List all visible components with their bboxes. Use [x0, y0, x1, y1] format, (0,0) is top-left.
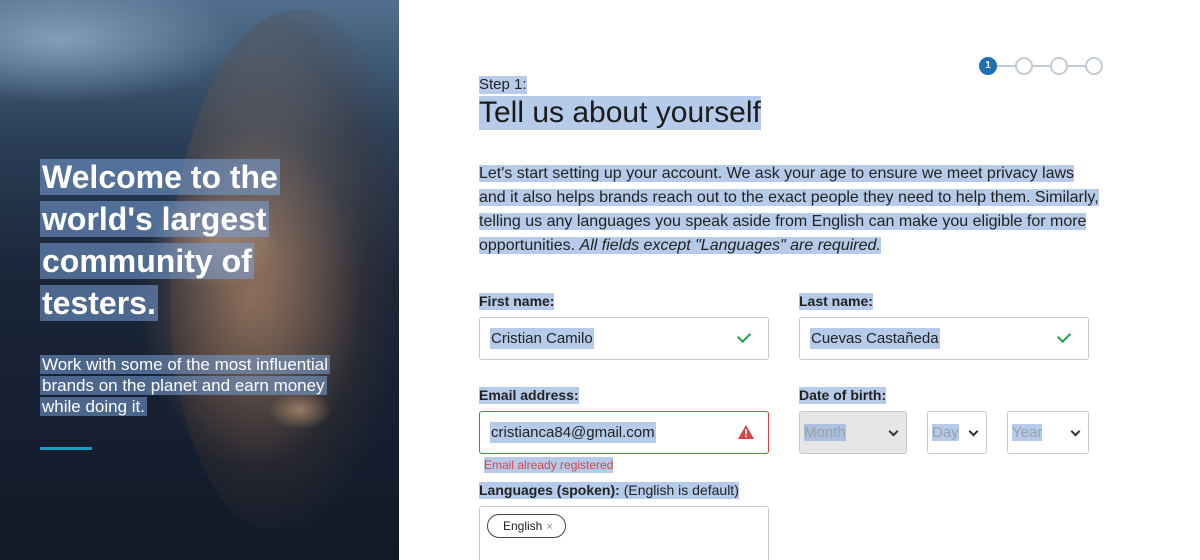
email-field[interactable]: cristianca84@gmail.com: [479, 411, 769, 454]
warning-icon: [738, 425, 754, 439]
language-chip-english[interactable]: English ×: [487, 514, 566, 538]
first-name-label: First name:: [479, 293, 555, 310]
chevron-down-icon: [888, 426, 899, 437]
hero-title: Welcome to the world's largest community…: [40, 156, 340, 324]
hero-title-line: Welcome to the: [40, 159, 280, 195]
dob-month-select[interactable]: Month: [799, 411, 907, 454]
email-label: Email address:: [479, 387, 579, 404]
step-3-dot: [1050, 57, 1068, 75]
first-name-field[interactable]: Cristian Camilo: [479, 317, 769, 360]
year-placeholder: Year: [1012, 424, 1043, 441]
hero-title-line: testers.: [40, 285, 158, 321]
check-icon: [1056, 328, 1072, 344]
hero-title-line: world's largest: [40, 201, 269, 237]
hero-accent-line: [40, 447, 92, 450]
languages-label-text: Languages (spoken):: [479, 482, 620, 498]
step-2-dot: [1015, 57, 1033, 75]
intro-note: All fields except "Languages" are requir…: [579, 237, 881, 254]
day-placeholder: Day: [932, 424, 959, 441]
dob-year-select[interactable]: Year: [1007, 411, 1089, 454]
first-name-value: Cristian Camilo: [490, 328, 594, 349]
page-title: Tell us about yourself: [479, 96, 761, 130]
last-name-field[interactable]: Cuevas Castañeda: [799, 317, 1089, 360]
step-indicator: 1: [979, 56, 1105, 76]
intro-paragraph: Let's start setting up your account. We …: [479, 162, 1099, 258]
last-name-label: Last name:: [799, 293, 873, 310]
dob-day-select[interactable]: Day: [927, 411, 987, 454]
hero-subtitle: Work with some of the most influential b…: [40, 354, 360, 417]
month-placeholder: Month: [804, 424, 846, 441]
chevron-down-icon: [968, 426, 979, 437]
step-4-dot: [1085, 57, 1103, 75]
last-name-value: Cuevas Castañeda: [810, 328, 940, 349]
step-1-dot[interactable]: 1: [979, 57, 997, 75]
languages-hint: (English is default): [623, 482, 739, 498]
hero-subtitle-line: while doing it.: [40, 397, 148, 416]
email-error-message: Email already registered: [484, 457, 614, 473]
check-icon: [736, 328, 752, 344]
languages-label: Languages (spoken): (English is default): [479, 482, 739, 499]
step-label: Step 1:: [479, 76, 527, 94]
hero-panel: Welcome to the world's largest community…: [0, 0, 399, 560]
hero-subtitle-line: Work with some of the most influential: [40, 355, 330, 374]
email-value: cristianca84@gmail.com: [490, 422, 656, 443]
chevron-down-icon: [1070, 426, 1081, 437]
dob-label: Date of birth:: [799, 387, 887, 404]
chip-remove-icon[interactable]: ×: [546, 521, 552, 533]
chip-label: English: [503, 519, 543, 533]
languages-input[interactable]: English ×: [479, 506, 769, 560]
hero-title-line: community of: [40, 243, 254, 279]
hero-subtitle-line: brands on the planet and earn money: [40, 376, 327, 395]
step-track: [989, 65, 1095, 67]
